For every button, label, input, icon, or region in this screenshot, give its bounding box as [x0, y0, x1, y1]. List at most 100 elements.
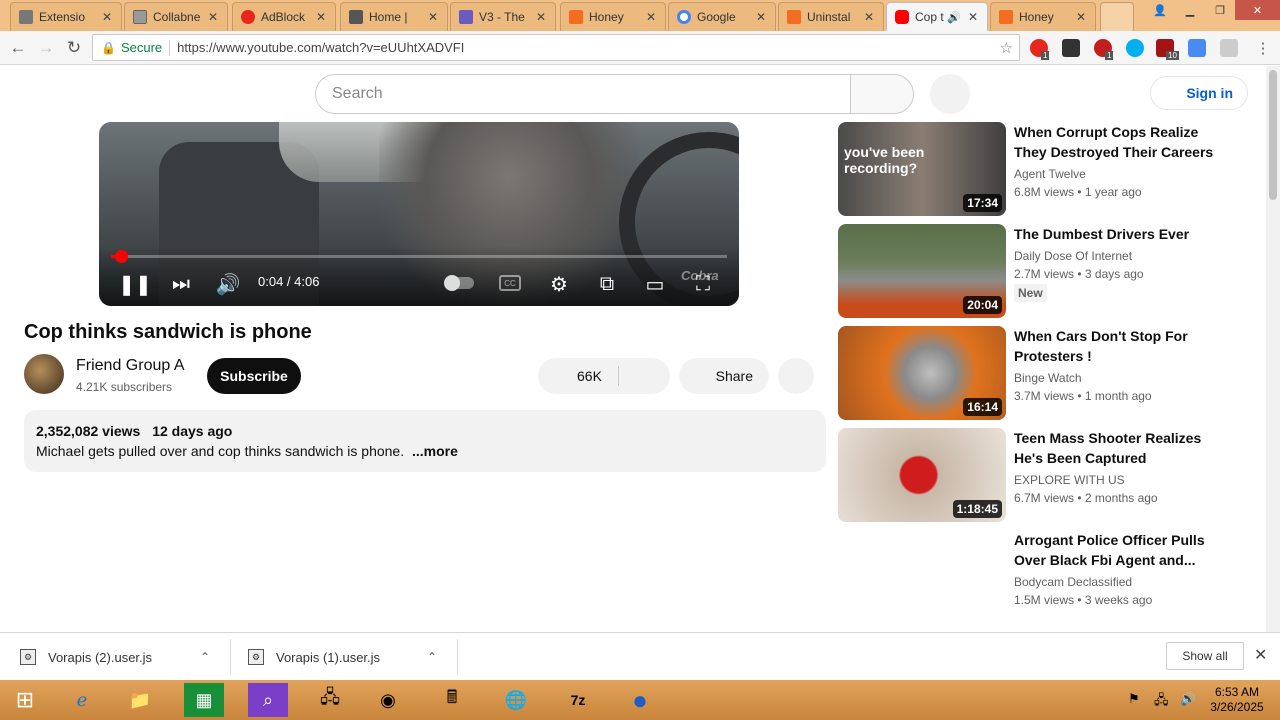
video-player[interactable]: ❚❚ ⏭ 🔊 0:04 / 4:06 CC ⚙ ⧉ ▭ Cobra ⛶: [99, 122, 739, 306]
settings-gear-icon[interactable]: ⚙: [543, 270, 575, 298]
rec-title[interactable]: The Dumbest Drivers Ever: [1014, 224, 1214, 244]
close-icon[interactable]: ✕: [533, 10, 549, 24]
globe-app-icon[interactable]: 🌐: [488, 683, 544, 717]
fullscreen-icon[interactable]: ⛶: [687, 270, 719, 298]
recommendation-item[interactable]: 1:18:45 Teen Mass Shooter Realizes He's …: [838, 428, 1258, 524]
download-item[interactable]: ⚙ Vorapis (2).user.js ⌃: [20, 633, 220, 681]
volume-icon[interactable]: 🔊: [212, 270, 244, 298]
rec-channel[interactable]: Binge Watch: [1014, 371, 1082, 385]
page-scrollbar[interactable]: [1266, 66, 1280, 632]
7zip-icon[interactable]: 7z: [550, 683, 606, 717]
tab-google[interactable]: Google ✕: [668, 2, 776, 31]
tab-home[interactable]: Home | ✕: [340, 2, 448, 31]
forward-icon[interactable]: →: [35, 37, 57, 59]
close-icon[interactable]: ✕: [99, 10, 115, 24]
rec-title[interactable]: When Corrupt Cops Realize They Destroyed…: [1014, 122, 1214, 162]
minimize-icon[interactable]: ▁: [1175, 0, 1205, 20]
recommendation-item[interactable]: Arrogant Police Officer Pulls Over Black…: [838, 530, 1258, 626]
close-icon[interactable]: ✕: [643, 10, 659, 24]
next-icon[interactable]: ⏭: [165, 270, 197, 298]
chevron-up-icon[interactable]: ⌃: [200, 650, 210, 664]
close-icon[interactable]: ✕: [965, 10, 981, 24]
share-button[interactable]: Share: [679, 358, 769, 394]
translate-ext-icon[interactable]: [1188, 39, 1206, 57]
rec-title[interactable]: Arrogant Police Officer Pulls Over Black…: [1014, 530, 1214, 570]
start-button[interactable]: ⊞: [2, 683, 48, 717]
network-app-icon[interactable]: 🖧: [302, 683, 358, 717]
recommendation-item[interactable]: you've been recording? 17:34 When Corrup…: [838, 122, 1258, 218]
rec-title[interactable]: When Cars Don't Stop For Protesters !: [1014, 326, 1214, 366]
scrubber-handle[interactable]: [114, 250, 128, 263]
video-thumbnail[interactable]: 20:04: [838, 224, 1006, 318]
tab-collabnet[interactable]: Collabne ✕: [124, 2, 228, 31]
miniplayer-icon[interactable]: ⧉: [591, 270, 623, 298]
download-item[interactable]: ⚙ Vorapis (1).user.js ⌃: [248, 633, 448, 681]
menu-kebab-icon[interactable]: ⋮: [1252, 37, 1274, 59]
search-app-icon[interactable]: ⌕: [248, 683, 288, 717]
reload-icon[interactable]: ↻: [63, 37, 85, 59]
sign-in-button[interactable]: Sign in: [1150, 76, 1248, 110]
progress-bar[interactable]: [111, 250, 727, 263]
tab-honey-2[interactable]: Honey ✕: [990, 2, 1096, 31]
sheets-icon[interactable]: ▦: [184, 683, 224, 717]
tab-youtube-active[interactable]: Cop t 🔊 ✕: [886, 2, 988, 31]
rec-channel[interactable]: EXPLORE WITH US: [1014, 473, 1125, 487]
back-icon[interactable]: ←: [7, 37, 29, 59]
rec-channel[interactable]: Bodycam Declassified: [1014, 575, 1132, 589]
close-icon[interactable]: ✕: [425, 10, 441, 24]
theater-mode-icon[interactable]: ▭: [639, 270, 671, 298]
rec-channel[interactable]: Daily Dose Of Internet: [1014, 249, 1132, 263]
close-icon[interactable]: ✕: [1254, 645, 1267, 665]
chevron-up-icon[interactable]: ⌃: [427, 650, 437, 664]
file-explorer-icon[interactable]: 📁: [112, 683, 168, 717]
close-icon[interactable]: ✕: [313, 10, 329, 24]
firefox-icon[interactable]: ●: [612, 683, 668, 717]
video-thumbnail[interactable]: [838, 530, 1006, 624]
video-thumbnail[interactable]: 1:18:45: [838, 428, 1006, 522]
recommendation-item[interactable]: 20:04 The Dumbest Drivers Ever Daily Dos…: [838, 224, 1258, 320]
video-thumbnail[interactable]: 16:14: [838, 326, 1006, 420]
pause-icon[interactable]: ❚❚: [118, 270, 152, 298]
like-dislike-group[interactable]: 66K: [538, 358, 670, 394]
channel-avatar[interactable]: [24, 354, 64, 394]
show-all-button[interactable]: Show all: [1166, 642, 1244, 670]
video-thumbnail[interactable]: you've been recording? 17:34: [838, 122, 1006, 216]
more-link[interactable]: ...more: [412, 443, 458, 459]
extension-ext-icon[interactable]: [1220, 39, 1238, 57]
autoplay-toggle[interactable]: [444, 275, 474, 291]
userscript-ext-icon[interactable]: [1062, 39, 1080, 57]
captions-icon[interactable]: CC: [499, 275, 521, 291]
more-actions-button[interactable]: [778, 358, 814, 394]
tab-honey[interactable]: Honey ✕: [560, 2, 666, 31]
scrollbar-thumb[interactable]: [1269, 70, 1277, 200]
recommendation-item[interactable]: 16:14 When Cars Don't Stop For Protester…: [838, 326, 1258, 422]
close-icon[interactable]: ✕: [861, 10, 877, 24]
voice-search-button[interactable]: [930, 74, 970, 114]
close-icon[interactable]: ✕: [1073, 10, 1089, 24]
speaker-icon[interactable]: 🔊: [947, 11, 961, 24]
user-icon[interactable]: 👤: [1145, 0, 1175, 20]
internet-explorer-icon[interactable]: ℯ: [54, 683, 110, 717]
calculator-icon[interactable]: 🖩: [424, 683, 480, 717]
network-tray-icon[interactable]: 🖧: [1154, 691, 1169, 713]
new-tab-button[interactable]: [1100, 2, 1134, 31]
channel-name[interactable]: Friend Group A: [76, 357, 185, 375]
flag-icon[interactable]: ⚑: [1128, 691, 1140, 707]
address-bar[interactable]: 🔒 Secure https://www.youtube.com/watch?v…: [92, 34, 1020, 61]
tab-uninstall[interactable]: Uninstal ✕: [778, 2, 884, 31]
search-input[interactable]: Search: [315, 74, 851, 114]
bookmark-star-icon[interactable]: ☆: [1000, 39, 1013, 57]
subscribe-button[interactable]: Subscribe: [207, 358, 301, 394]
system-clock[interactable]: 6:53 AM 3/26/2025: [1202, 685, 1272, 715]
search-button[interactable]: [850, 74, 914, 114]
tab-adblock[interactable]: AdBlock ✕: [232, 2, 336, 31]
skype-ext-icon[interactable]: [1126, 39, 1144, 57]
rec-title[interactable]: Teen Mass Shooter Realizes He's Been Cap…: [1014, 428, 1214, 468]
close-icon[interactable]: ✕: [753, 10, 769, 24]
window-close-icon[interactable]: ✕: [1235, 0, 1280, 20]
description-box[interactable]: 2,352,082 views 12 days ago Michael gets…: [24, 410, 826, 472]
chrome-icon[interactable]: ◉: [360, 683, 416, 717]
tab-v3[interactable]: V3 - The ✕: [450, 2, 556, 31]
rec-channel[interactable]: Agent Twelve: [1014, 167, 1086, 181]
maximize-icon[interactable]: ❐: [1205, 0, 1235, 20]
